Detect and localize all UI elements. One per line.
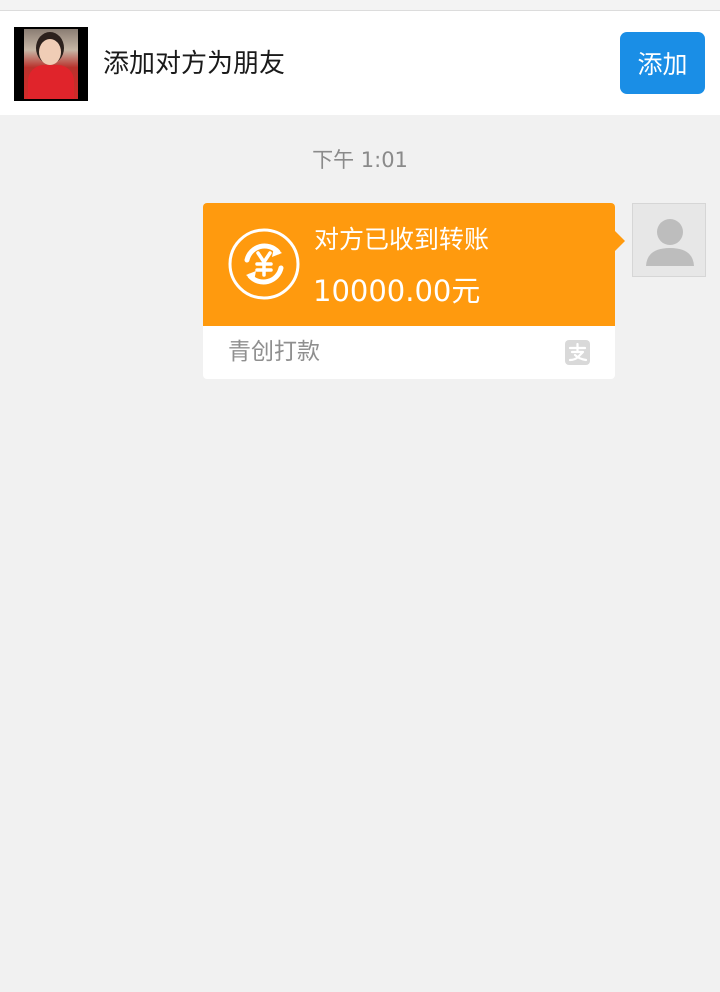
add-friend-button[interactable]: 添加: [620, 32, 705, 94]
friend-avatar[interactable]: [14, 27, 88, 101]
my-avatar[interactable]: [632, 203, 706, 277]
friend-avatar-head: [39, 39, 61, 65]
add-friend-prompt: 添加对方为朋友: [103, 49, 286, 79]
yuan-exchange-icon: [228, 228, 300, 300]
transfer-message-card[interactable]: 对方已收到转账 10000.00元 青创打款: [203, 203, 625, 379]
friend-avatar-coat: [28, 65, 74, 99]
bubble-tail: [615, 231, 625, 251]
transfer-card-header: 对方已收到转账 10000.00元: [203, 203, 615, 326]
transfer-note: 青创打款: [228, 339, 320, 365]
transfer-amount: 10000.00元: [313, 274, 481, 308]
friend-avatar-photo: [24, 29, 78, 99]
default-person-icon: [646, 219, 694, 266]
transfer-status: 对方已收到转账: [314, 225, 490, 254]
message-timestamp: 下午 1:01: [312, 148, 408, 172]
status-bar-divider: [0, 0, 720, 11]
alipay-icon: [565, 340, 590, 365]
add-friend-bar: 添加对方为朋友 添加: [0, 11, 720, 115]
